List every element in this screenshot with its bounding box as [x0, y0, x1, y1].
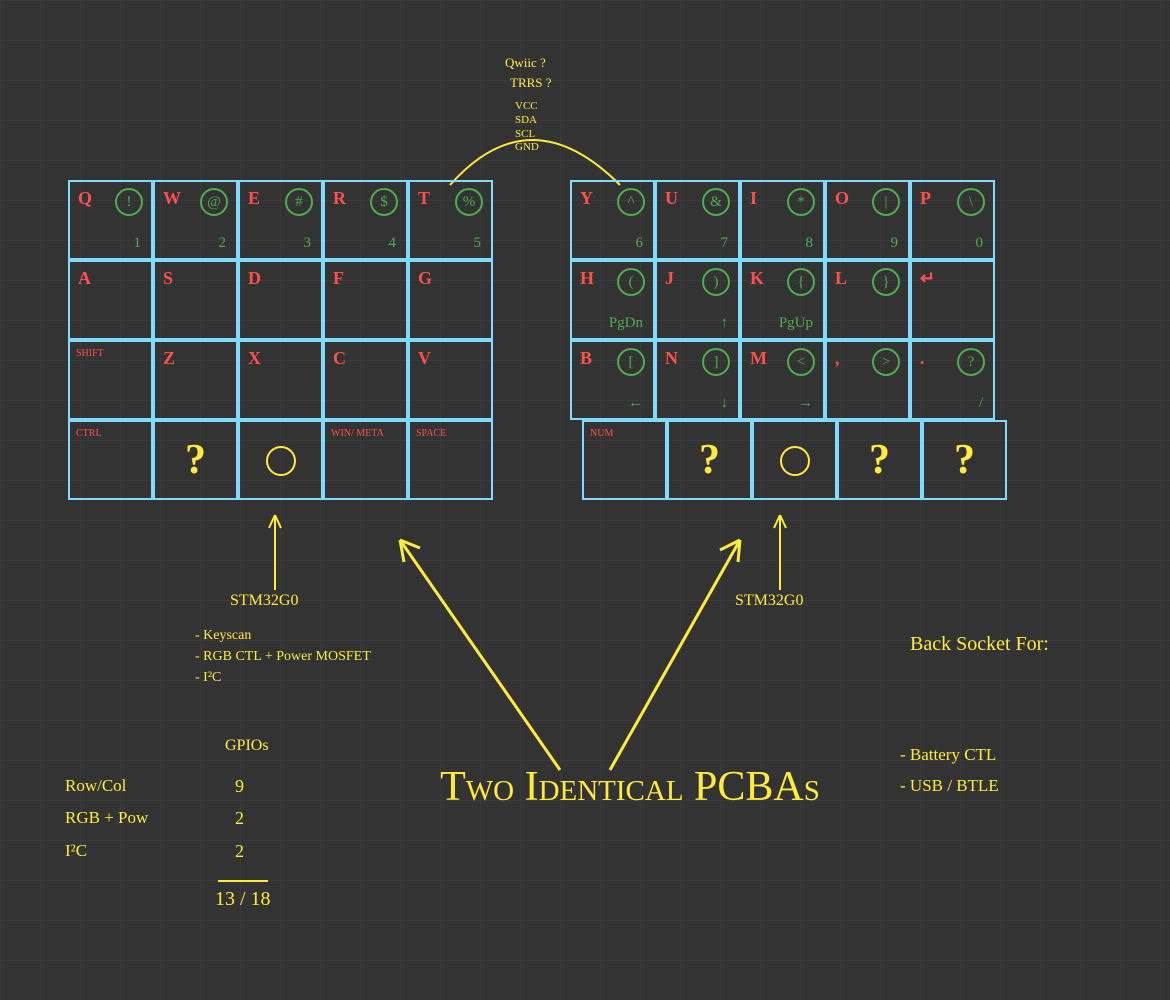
- gpios-rule: [218, 880, 268, 882]
- key: O|9: [825, 180, 910, 260]
- gpios-title: GPIOs: [225, 735, 269, 757]
- key: C: [323, 340, 408, 420]
- key: M<→: [740, 340, 825, 420]
- key: Z: [153, 340, 238, 420]
- key: ?: [667, 420, 752, 500]
- mcu-label-left: STM32G0: [230, 590, 298, 612]
- key: ?: [922, 420, 1007, 500]
- key: U&7: [655, 180, 740, 260]
- key: Y^6: [570, 180, 655, 260]
- gpios-labels: Row/ColRGB + PowI²C: [65, 770, 148, 867]
- key: ,>: [825, 340, 910, 420]
- key: X: [238, 340, 323, 420]
- key: K{PgUp: [740, 260, 825, 340]
- key: T%5: [408, 180, 493, 260]
- key: space: [408, 420, 493, 500]
- key: G: [408, 260, 493, 340]
- key: win/ meta: [323, 420, 408, 500]
- key: R$4: [323, 180, 408, 260]
- key: F: [323, 260, 408, 340]
- key: I*8: [740, 180, 825, 260]
- main-title: Two Identical PCBAs: [430, 760, 830, 815]
- key: ?: [153, 420, 238, 500]
- key: ?: [837, 420, 922, 500]
- key: V: [408, 340, 493, 420]
- key: N]↓: [655, 340, 740, 420]
- key: H(PgDn: [570, 260, 655, 340]
- mcu-tasks: - Keyscan- RGB CTL + Power MOSFET- I²C: [195, 625, 371, 688]
- keyboard-right: Y^6U&7I*8O|9P\0 H(PgDnJ)↑K{PgUpL}↵ B[←N]↓M…: [570, 180, 1007, 500]
- key: L}: [825, 260, 910, 340]
- gpios-counts: 922: [235, 770, 244, 867]
- key: num: [582, 420, 667, 500]
- key: J)↑: [655, 260, 740, 340]
- back-items: - Battery CTL- USB / BTLE: [900, 740, 999, 801]
- mcu-label-right: STM32G0: [735, 590, 803, 612]
- key: ↵: [910, 260, 995, 340]
- back-title: Back Socket For:: [910, 630, 1090, 658]
- key: E#3: [238, 180, 323, 260]
- canvas-grid: [0, 0, 1170, 1000]
- key: Q!1: [68, 180, 153, 260]
- keyboard-left: Q!1W@2E#3R$4T%5 ASDFGshiftZXCVctrl? win/ m…: [68, 180, 493, 500]
- key: ctrl: [68, 420, 153, 500]
- key: [752, 420, 837, 500]
- key: .?/: [910, 340, 995, 420]
- key: shift: [68, 340, 153, 420]
- key: S: [153, 260, 238, 340]
- gpios-total: 13 / 18: [215, 885, 271, 913]
- key: B[←: [570, 340, 655, 420]
- key: D: [238, 260, 323, 340]
- key: A: [68, 260, 153, 340]
- link-pins: VCCSDASCLGND: [515, 100, 539, 155]
- key: [238, 420, 323, 500]
- key: W@2: [153, 180, 238, 260]
- key: P\0: [910, 180, 995, 260]
- link-q1: Qwiic ?: [505, 55, 546, 71]
- link-q2: TRRS ?: [510, 75, 552, 91]
